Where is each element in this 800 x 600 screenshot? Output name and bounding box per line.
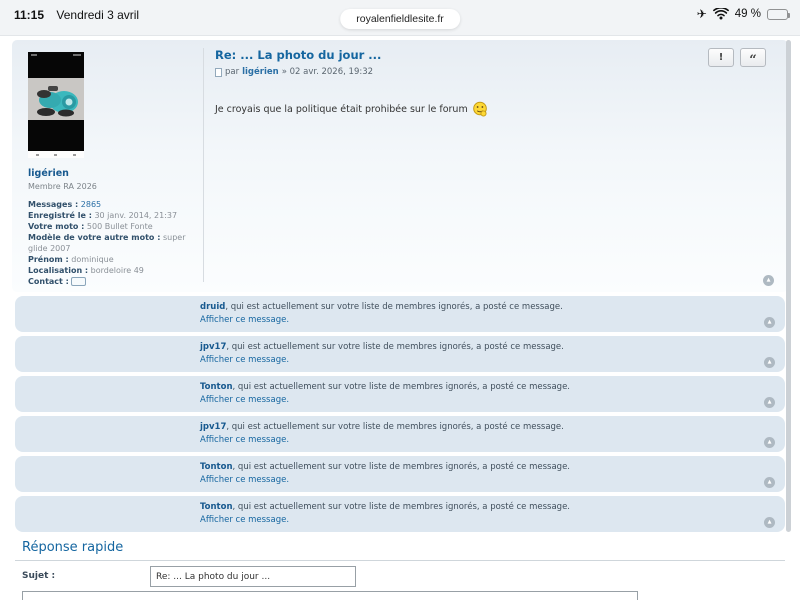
profile-rank: Membre RA 2026: [28, 182, 97, 191]
ignored-username-link[interactable]: Tonton: [200, 382, 233, 392]
profile-field-other-moto: Modèle de votre autre moto : super glide…: [28, 233, 186, 253]
ignored-message-row: Tonton, qui est actuellement sur votre l…: [15, 456, 785, 492]
ignored-message-row: Tonton, qui est actuellement sur votre l…: [15, 496, 785, 532]
scroll-to-top-icon[interactable]: ▲: [764, 317, 775, 328]
ignored-username-link[interactable]: jpv17: [200, 342, 226, 352]
scroll-to-top-icon[interactable]: ▲: [764, 517, 775, 528]
scroll-to-top-icon[interactable]: ▲: [763, 275, 774, 286]
quick-reply-divider: [15, 560, 785, 561]
profile-field-moto: Votre moto : 500 Bullet Fonte: [28, 222, 153, 231]
scroll-to-top-icon[interactable]: ▲: [764, 357, 775, 368]
ignored-message-row: Tonton, qui est actuellement sur votre l…: [15, 376, 785, 412]
ignored-username-link[interactable]: Tonton: [200, 502, 233, 512]
ignored-message-row: jpv17, qui est actuellement sur votre li…: [15, 416, 785, 452]
date-label: Vendredi 3 avril: [56, 8, 140, 22]
whistle-smiley-icon: [472, 101, 487, 117]
contact-pm-icon[interactable]: [71, 277, 87, 286]
profile-field-location: Localisation : bordeloire 49: [28, 266, 144, 275]
profile-content-divider: [203, 48, 204, 282]
scroll-to-top-icon[interactable]: ▲: [764, 397, 775, 408]
clock: 11:15: [14, 8, 45, 22]
ignored-username-link[interactable]: Tonton: [200, 462, 233, 472]
post-panel: ligérien Membre RA 2026 Messages : 2865 …: [12, 40, 788, 292]
messages-count-link[interactable]: 2865: [81, 200, 101, 209]
status-right: ✈ 49 %: [696, 7, 790, 21]
post-toolbar: ! “: [708, 48, 766, 67]
battery-icon: [767, 8, 790, 20]
post-content: Re: ... La photo du jour ... par ligérie…: [215, 48, 695, 117]
profile-field-contact: Contact :: [28, 276, 200, 287]
wifi-icon: [712, 8, 729, 20]
post-date: » 02 avr. 2026, 19:32: [281, 67, 374, 77]
status-bar: 11:15 Vendredi 3 avril royalenfieldlesit…: [0, 0, 800, 36]
profile-field-registered: Enregistré le : 30 janv. 2014, 21:37: [28, 211, 178, 220]
battery-percent: 49 %: [734, 8, 761, 20]
message-textarea[interactable]: [22, 591, 638, 600]
subject-input[interactable]: [150, 566, 356, 587]
show-message-link[interactable]: Afficher ce message.: [200, 394, 785, 407]
scrollbar[interactable]: [786, 40, 791, 532]
subject-label: Sujet :: [22, 571, 56, 581]
scroll-to-top-icon[interactable]: ▲: [764, 477, 775, 488]
post-meta: par ligérien » 02 avr. 2026, 19:32: [215, 67, 695, 77]
post-body: Je croyais que la politique était prohib…: [215, 101, 695, 117]
motorcycle-image: [37, 86, 78, 117]
address-bar[interactable]: royalenfieldlesite.fr: [340, 9, 460, 29]
profile-fields: Messages : 2865 Enregistré le : 30 janv.…: [28, 199, 200, 287]
show-message-link[interactable]: Afficher ce message.: [200, 354, 785, 367]
avatar: [28, 52, 84, 158]
report-post-button[interactable]: !: [708, 48, 734, 67]
ignored-username-link[interactable]: jpv17: [200, 422, 226, 432]
show-message-link[interactable]: Afficher ce message.: [200, 514, 785, 527]
show-message-link[interactable]: Afficher ce message.: [200, 474, 785, 487]
scroll-to-top-icon[interactable]: ▲: [764, 437, 775, 448]
ignored-message-row: jpv17, qui est actuellement sur votre li…: [15, 336, 785, 372]
quote-icon: “: [749, 52, 757, 68]
profile-field-firstname: Prénom : dominique: [28, 255, 114, 264]
ignored-message-row: druid, qui est actuellement sur votre li…: [15, 296, 785, 332]
status-left: 11:15 Vendredi 3 avril: [14, 8, 139, 22]
safari-ipad-page: 11:15 Vendredi 3 avril royalenfieldlesit…: [0, 0, 800, 600]
show-message-link[interactable]: Afficher ce message.: [200, 434, 785, 447]
show-message-link[interactable]: Afficher ce message.: [200, 314, 785, 327]
airplane-mode-icon: ✈: [696, 7, 707, 21]
profile-column: ligérien Membre RA 2026 Messages : 2865 …: [28, 52, 200, 287]
ignored-username-link[interactable]: druid: [200, 302, 225, 312]
quick-reply-heading: Réponse rapide: [22, 540, 124, 555]
profile-username-link[interactable]: ligérien: [28, 168, 200, 179]
post-title[interactable]: Re: ... La photo du jour ...: [215, 48, 695, 62]
post-author-link[interactable]: ligérien: [242, 67, 279, 77]
quote-post-button[interactable]: “: [740, 48, 766, 67]
profile-field-messages: Messages : 2865: [28, 200, 102, 209]
post-page-icon: [215, 67, 222, 77]
